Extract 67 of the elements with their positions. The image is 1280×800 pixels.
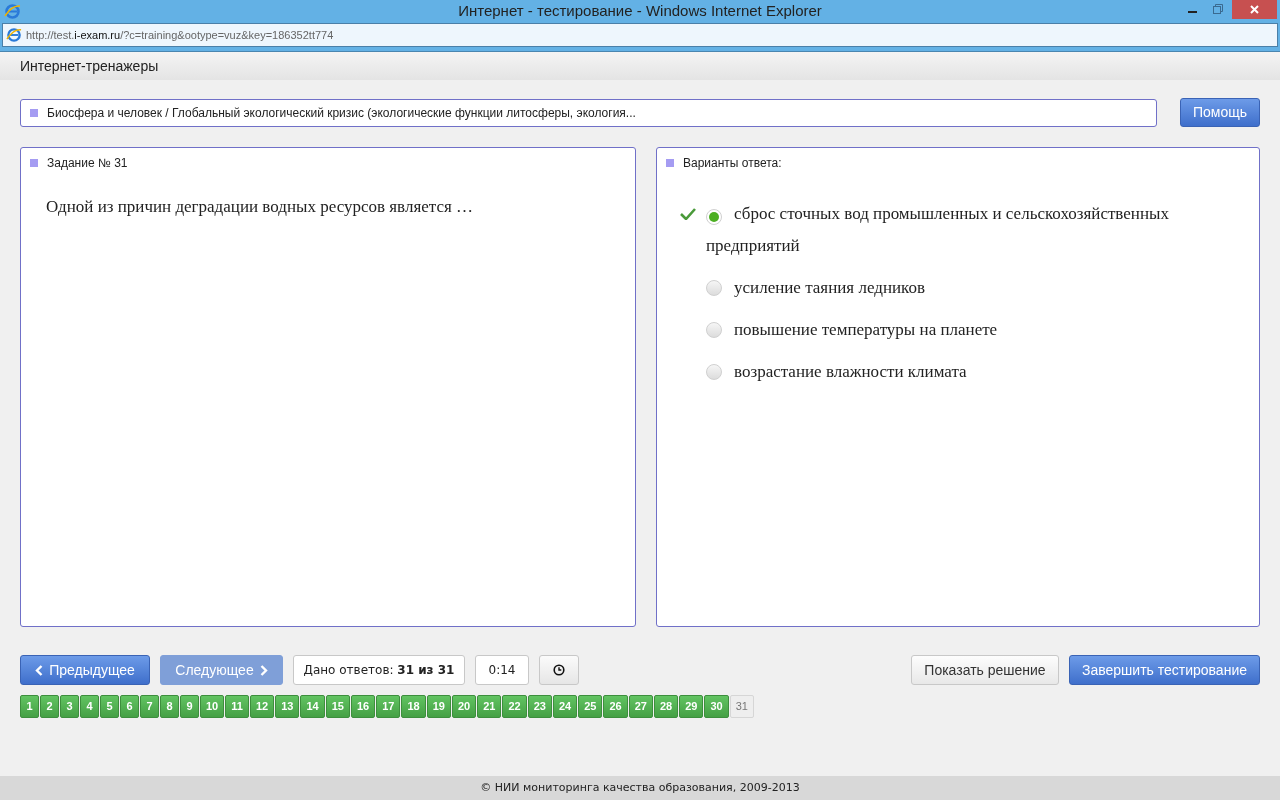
- radio-button[interactable]: [706, 322, 722, 338]
- question-number-button[interactable]: 25: [578, 695, 603, 718]
- task-title: Задание № 31: [47, 155, 128, 172]
- question-number-button[interactable]: 16: [350, 695, 376, 718]
- close-icon: [1250, 5, 1259, 14]
- question-number-button[interactable]: 2: [40, 695, 59, 718]
- browser-logo-icon: [4, 3, 21, 20]
- question-number-button[interactable]: 9: [180, 695, 199, 718]
- square-icon: [30, 108, 38, 117]
- question-number-button[interactable]: 15: [325, 695, 350, 718]
- window-title: Интернет - тестирование - Windows Internet Explorer: [457, 1, 823, 22]
- question-number-button[interactable]: 23: [527, 695, 552, 718]
- question-number-button[interactable]: 22: [502, 695, 527, 718]
- address-bar[interactable]: http://test.i-exam.ru/?c=training&ootype=vuz&key=186352tt774: [2, 23, 1278, 47]
- radio-button[interactable]: [706, 209, 722, 225]
- square-icon: [666, 159, 674, 167]
- question-number-button[interactable]: 24: [552, 695, 578, 718]
- question-number-button[interactable]: 7: [140, 695, 159, 718]
- answer-option[interactable]: повышение температуры на планете: [680, 314, 1230, 346]
- show-solution-button[interactable]: Показать решение: [911, 655, 1059, 685]
- question-number-button[interactable]: 5: [100, 695, 119, 718]
- question-number-button[interactable]: 10: [200, 695, 225, 718]
- radio-button[interactable]: [706, 280, 722, 296]
- question-number-button[interactable]: 12: [249, 695, 275, 718]
- question-number-button[interactable]: 11: [225, 695, 249, 718]
- question-number-button[interactable]: 31: [729, 695, 754, 718]
- question-number-button[interactable]: 28: [653, 695, 679, 718]
- restore-icon[interactable]: [1213, 4, 1223, 14]
- timer: 0:14: [475, 655, 529, 685]
- answer-option[interactable]: сброс сточных вод промышленных и сельскохозяйственных предприятий: [680, 198, 1230, 262]
- previous-button[interactable]: Предыдущее: [20, 655, 150, 685]
- chevron-right-icon: [259, 664, 268, 676]
- question-number-button[interactable]: 27: [628, 695, 653, 718]
- question-number-button[interactable]: 17: [376, 695, 401, 718]
- question-number-button[interactable]: 30: [704, 695, 729, 718]
- close-button[interactable]: [1232, 0, 1277, 19]
- footer-text: © НИИ мониторинга качества образования, 2009-2013: [0, 776, 1280, 800]
- question-number-button[interactable]: 4: [80, 695, 99, 718]
- chevron-left-icon: [35, 664, 44, 676]
- answer-option[interactable]: возрастание влажности климата: [680, 356, 1230, 388]
- question-number-button[interactable]: 21: [477, 695, 502, 718]
- clock-icon: [553, 664, 565, 676]
- question-number-button[interactable]: 6: [120, 695, 139, 718]
- question-number-button[interactable]: 18: [401, 695, 426, 718]
- question-number-button[interactable]: 1: [20, 695, 39, 718]
- square-icon: [30, 159, 38, 167]
- question-number-button[interactable]: 14: [300, 695, 325, 718]
- clock-button[interactable]: [539, 655, 579, 685]
- url-text: http://test.i-exam.ru/?c=training&ootype=vuz&key=186352tt774: [26, 27, 334, 43]
- help-button[interactable]: Помощь: [1180, 98, 1260, 127]
- browser-logo-icon: [6, 27, 22, 43]
- check-icon: [680, 208, 696, 220]
- answer-option[interactable]: усиление таяния ледников: [680, 272, 1230, 304]
- question-number-button[interactable]: 20: [451, 695, 477, 718]
- question-number-button[interactable]: 19: [426, 695, 451, 718]
- question-number-button[interactable]: 26: [603, 695, 628, 718]
- answers-title: Варианты ответа:: [683, 155, 782, 172]
- answered-count: Дано ответов: 31 из 31: [293, 655, 465, 685]
- question-number-button[interactable]: 29: [679, 695, 704, 718]
- question-number-button[interactable]: 13: [275, 695, 300, 718]
- question-number-button[interactable]: 8: [160, 695, 179, 718]
- question-number-button[interactable]: 3: [60, 695, 79, 718]
- finish-button[interactable]: Завершить тестирование: [1069, 655, 1260, 685]
- question-text: Одной из причин деградации водных ресурсов является …: [45, 196, 475, 218]
- site-title: Интернет-тренажеры: [20, 56, 159, 76]
- radio-button[interactable]: [706, 364, 722, 380]
- topic-text: Биосфера и человек / Глобальный экологический кризис (экологические функции литосферы, экология...: [47, 104, 636, 122]
